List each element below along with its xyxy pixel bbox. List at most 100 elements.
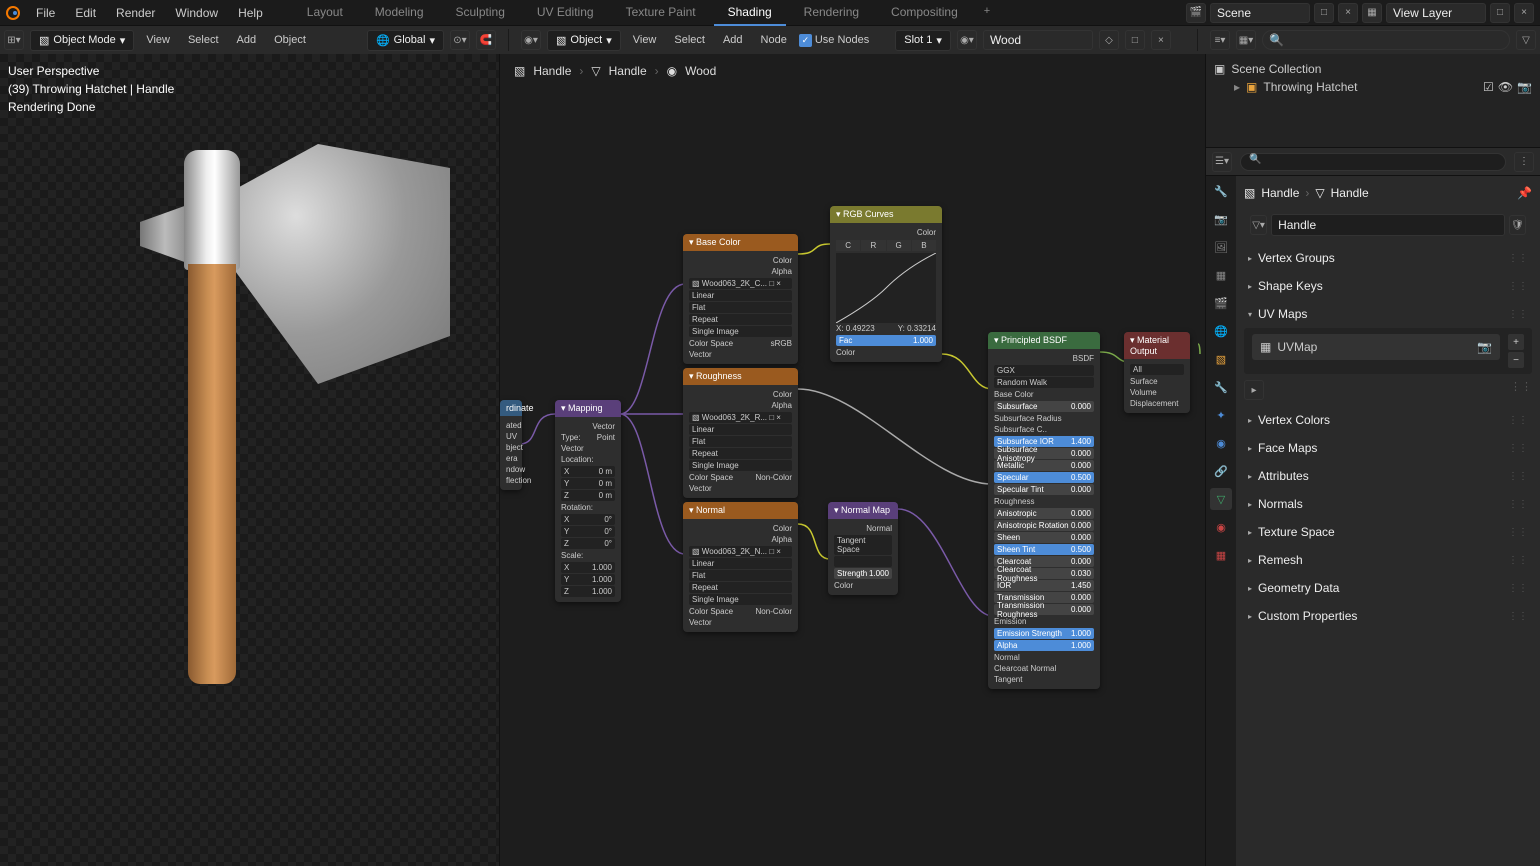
- vp-menu-select[interactable]: Select: [182, 31, 225, 49]
- scale-z[interactable]: Z 1.000: [561, 586, 615, 597]
- tab-output-icon[interactable]: 🖼: [1210, 236, 1232, 258]
- tab-sculpting[interactable]: Sculpting: [442, 0, 519, 26]
- mapping-type[interactable]: Type:Point: [561, 432, 615, 443]
- tab-compositing[interactable]: Compositing: [877, 0, 972, 26]
- bc-mesh[interactable]: Handle: [1331, 186, 1369, 200]
- distribution-dropdown[interactable]: GGX: [994, 365, 1094, 376]
- object-mode-dropdown[interactable]: ▧Object Mode▾: [30, 30, 134, 51]
- principled-slider[interactable]: Emission Strength1.000: [994, 628, 1094, 639]
- node-image-normal[interactable]: ▾ Normal Color Alpha ▧ Wood063_2K_N... □…: [683, 502, 798, 632]
- principled-slider[interactable]: Transmission Roughness0.000: [994, 604, 1094, 615]
- rot-z[interactable]: Z 0°: [561, 538, 615, 549]
- space-dropdown[interactable]: Tangent Space: [834, 535, 892, 555]
- mesh-data-icon[interactable]: ▽▾: [1250, 215, 1267, 235]
- tab-modifier-icon[interactable]: 🔧: [1210, 376, 1232, 398]
- use-nodes-checkbox[interactable]: ✓Use Nodes: [799, 34, 869, 47]
- camera-icon[interactable]: 📷: [1517, 80, 1532, 94]
- rot-x[interactable]: X 0°: [561, 514, 615, 525]
- panel-header[interactable]: ▸Face Maps⋮⋮: [1244, 436, 1532, 460]
- sss-method-dropdown[interactable]: Random Walk: [994, 377, 1094, 388]
- menu-file[interactable]: File: [26, 1, 65, 25]
- display-mode-icon[interactable]: ▦▾: [1236, 30, 1256, 50]
- menu-help[interactable]: Help: [228, 1, 273, 25]
- principled-socket[interactable]: Normal: [994, 652, 1094, 663]
- node-header[interactable]: rdinate: [500, 400, 522, 416]
- ne-menu-view[interactable]: View: [627, 31, 663, 49]
- node-header[interactable]: ▾ Principled BSDF: [988, 332, 1100, 349]
- mat-delete-button[interactable]: ×: [1151, 30, 1171, 50]
- panel-header[interactable]: ▸Texture Space⋮⋮: [1244, 520, 1532, 544]
- colorspace-row[interactable]: Color SpaceNon-Color: [689, 472, 792, 483]
- outliner-scene-collection[interactable]: ▣ Scene Collection: [1214, 60, 1532, 78]
- add-workspace-button[interactable]: +: [976, 0, 998, 26]
- image-selector[interactable]: ▧ Wood063_2K_C... □ ×: [689, 278, 792, 289]
- extension-dropdown[interactable]: Repeat: [689, 582, 792, 593]
- uv-add-button[interactable]: +: [1508, 334, 1524, 350]
- socket-vector-in[interactable]: Vector: [689, 349, 792, 360]
- curve-channel-tabs[interactable]: C R G B: [836, 240, 936, 251]
- ne-menu-add[interactable]: Add: [717, 31, 749, 49]
- filter-icon[interactable]: ▽: [1516, 30, 1536, 50]
- socket-camera[interactable]: era: [506, 453, 516, 464]
- source-dropdown[interactable]: Single Image: [689, 326, 792, 337]
- loc-y[interactable]: Y 0 m: [561, 478, 615, 489]
- tab-particle-icon[interactable]: ✦: [1210, 404, 1232, 426]
- node-type-dropdown[interactable]: ▧Object▾: [547, 30, 621, 51]
- principled-slider[interactable]: Anisotropic0.000: [994, 508, 1094, 519]
- uv-specials-button[interactable]: ▸: [1244, 380, 1264, 400]
- mat-pin-button[interactable]: ◇: [1099, 30, 1119, 50]
- principled-socket[interactable]: Base Color: [994, 389, 1094, 400]
- tab-uv-editing[interactable]: UV Editing: [523, 0, 608, 26]
- principled-slider[interactable]: Clearcoat Roughness0.030: [994, 568, 1094, 579]
- outliner-item[interactable]: ▸ ▣ Throwing Hatchet ☑ 👁 📷: [1214, 78, 1532, 96]
- fac-slider[interactable]: Fac1.000: [836, 335, 936, 346]
- socket-vector-in[interactable]: Vector: [689, 617, 792, 628]
- socket-generated[interactable]: ated: [506, 420, 516, 431]
- mat-new-button[interactable]: □: [1125, 30, 1145, 50]
- tab-mesh-data-icon[interactable]: ▽: [1210, 488, 1232, 510]
- ne-menu-node[interactable]: Node: [755, 31, 793, 49]
- node-header[interactable]: ▾ Material Output: [1124, 332, 1190, 359]
- node-image-base-color[interactable]: ▾ Base Color Color Alpha ▧ Wood063_2K_C.…: [683, 234, 798, 364]
- pin-icon[interactable]: 📌: [1517, 186, 1532, 200]
- socket-volume[interactable]: Volume: [1130, 387, 1184, 398]
- tab-render-icon[interactable]: 📷: [1210, 208, 1232, 230]
- socket-surface[interactable]: Surface: [1130, 376, 1184, 387]
- socket-reflection[interactable]: flection: [506, 475, 516, 486]
- path-mesh[interactable]: Handle: [609, 64, 647, 78]
- socket-bsdf-out[interactable]: BSDF: [994, 353, 1094, 364]
- vp-menu-view[interactable]: View: [140, 31, 176, 49]
- socket-color-out[interactable]: Color: [836, 227, 936, 238]
- colorspace-row[interactable]: Color SpaceNon-Color: [689, 606, 792, 617]
- node-rgb-curves[interactable]: ▾ RGB Curves Color C R G B X: 0.49223Y: …: [830, 206, 942, 362]
- socket-uv[interactable]: UV: [506, 431, 516, 442]
- slot-dropdown[interactable]: Slot 1▾: [895, 30, 951, 51]
- mesh-name-input[interactable]: [1271, 214, 1505, 236]
- node-image-roughness[interactable]: ▾ Roughness Color Alpha ▧ Wood063_2K_R..…: [683, 368, 798, 498]
- projection-dropdown[interactable]: Flat: [689, 302, 792, 313]
- uvmap-field[interactable]: [834, 556, 892, 567]
- node-header[interactable]: ▾ Mapping: [555, 400, 621, 417]
- tab-shading[interactable]: Shading: [714, 0, 786, 26]
- node-header[interactable]: ▾ Base Color: [683, 234, 798, 251]
- scene-delete-button[interactable]: ×: [1338, 3, 1358, 23]
- socket-vector-in[interactable]: Vector: [689, 483, 792, 494]
- props-type-icon[interactable]: ☰▾: [1212, 152, 1232, 172]
- editor-type-icon[interactable]: ⊞▾: [4, 30, 24, 50]
- shield-icon[interactable]: 🛡: [1509, 215, 1526, 235]
- viewlayer-new-button[interactable]: □: [1490, 3, 1510, 23]
- outliner-search-input[interactable]: [1262, 30, 1510, 50]
- principled-slider[interactable]: Sheen0.000: [994, 532, 1094, 543]
- principled-slider[interactable]: Subsurface Anisotropy0.000: [994, 448, 1094, 459]
- principled-socket[interactable]: Roughness: [994, 496, 1094, 507]
- panel-header[interactable]: ▸Vertex Groups⋮⋮: [1244, 246, 1532, 270]
- projection-dropdown[interactable]: Flat: [689, 570, 792, 581]
- material-name-input[interactable]: [983, 30, 1093, 50]
- scale-y[interactable]: Y 1.000: [561, 574, 615, 585]
- node-editor-type-icon[interactable]: ◉▾: [521, 30, 541, 50]
- tab-modeling[interactable]: Modeling: [361, 0, 438, 26]
- props-search-input[interactable]: 🔍: [1240, 153, 1506, 171]
- socket-color-in[interactable]: Color: [836, 347, 936, 358]
- exclude-checkbox[interactable]: ☑: [1483, 80, 1494, 94]
- principled-slider[interactable]: Alpha1.000: [994, 640, 1094, 651]
